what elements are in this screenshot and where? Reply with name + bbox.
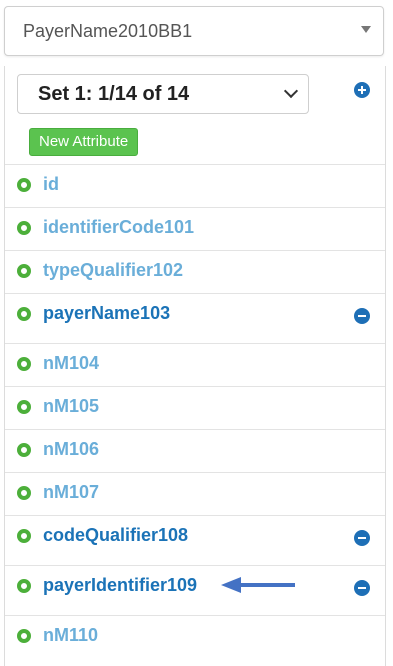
lifebuoy-icon: [17, 629, 31, 643]
chevron-down-icon: [283, 83, 299, 99]
attribute-label: nM107: [43, 482, 100, 502]
set-select-value: Set 1: 1/14 of 14: [38, 83, 190, 105]
list-item[interactable]: typeQualifier102: [5, 250, 385, 293]
lifebuoy-icon: [17, 264, 31, 278]
list-item[interactable]: codeQualifier108: [5, 515, 385, 565]
remove-minus-icon[interactable]: [354, 308, 370, 324]
lifebuoy-icon: [17, 486, 31, 500]
list-item[interactable]: nM107: [5, 472, 385, 515]
add-set-plus-icon[interactable]: [354, 82, 370, 98]
lifebuoy-icon: [17, 443, 31, 457]
attribute-label: nM110: [43, 625, 99, 645]
lifebuoy-icon: [17, 307, 31, 321]
list-item[interactable]: id: [5, 164, 385, 207]
payer-select[interactable]: PayerName2010BB1: [4, 6, 384, 56]
remove-minus-icon[interactable]: [354, 530, 370, 546]
lifebuoy-icon: [17, 400, 31, 414]
list-item[interactable]: payerIdentifier109: [5, 565, 385, 615]
attribute-panel: Set 1: 1/14 of 14 New Attribute id ident…: [4, 66, 386, 666]
dropdown-caret-icon: [361, 26, 371, 33]
list-item[interactable]: nM104: [5, 343, 385, 386]
list-item[interactable]: nM110: [5, 615, 385, 658]
attribute-label: payerIdentifier109: [43, 575, 198, 595]
set-select[interactable]: Set 1: 1/14 of 14: [17, 74, 309, 114]
attribute-label: identifierCode101: [43, 217, 195, 237]
payer-select-value: PayerName2010BB1: [23, 21, 193, 41]
list-item[interactable]: identifierCode101: [5, 207, 385, 250]
list-item[interactable]: nM106: [5, 429, 385, 472]
attribute-label: codeQualifier108: [43, 525, 189, 545]
lifebuoy-icon: [17, 221, 31, 235]
lifebuoy-icon: [17, 529, 31, 543]
new-attribute-button[interactable]: New Attribute: [29, 128, 139, 156]
arrow-left-icon: [221, 577, 295, 593]
lifebuoy-icon: [17, 357, 31, 371]
attribute-label: typeQualifier102: [43, 260, 184, 280]
attribute-label: id: [43, 174, 59, 194]
lifebuoy-icon: [17, 178, 31, 192]
lifebuoy-icon: [17, 579, 31, 593]
attribute-label: payerName103: [43, 303, 171, 323]
list-item[interactable]: payerName103: [5, 293, 385, 343]
attribute-label: nM106: [43, 439, 100, 459]
attribute-label: nM104: [43, 353, 100, 373]
list-item[interactable]: nM105: [5, 386, 385, 429]
attribute-label: nM105: [43, 396, 100, 416]
remove-minus-icon[interactable]: [354, 580, 370, 596]
